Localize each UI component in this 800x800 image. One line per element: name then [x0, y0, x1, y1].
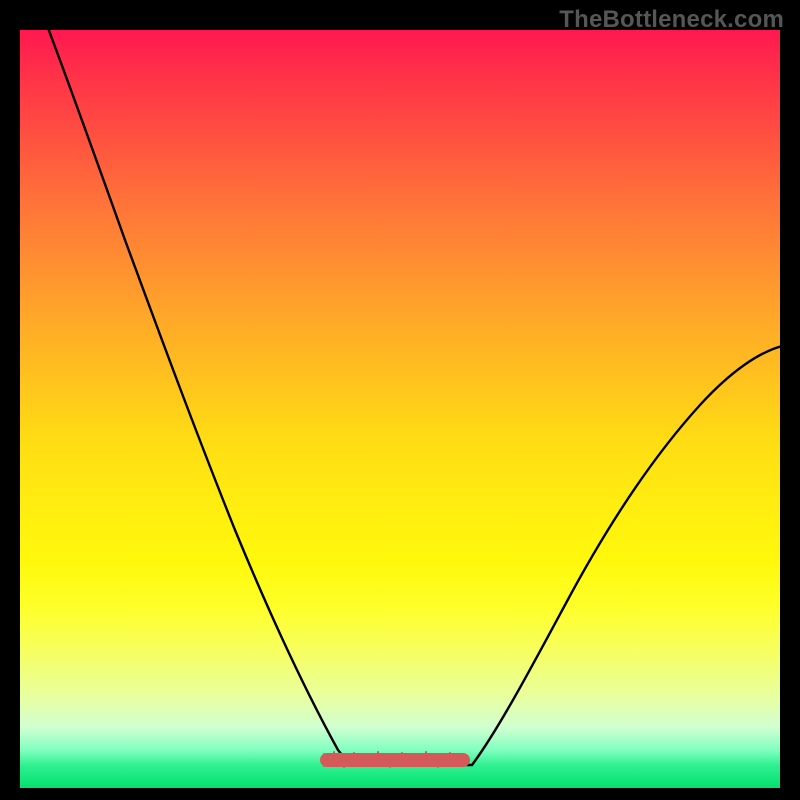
flat-minimum-band	[320, 753, 470, 767]
watermark-label: TheBottleneck.com	[559, 6, 784, 34]
chart-plot-area	[20, 30, 780, 788]
bottleneck-curve-line	[20, 30, 780, 788]
